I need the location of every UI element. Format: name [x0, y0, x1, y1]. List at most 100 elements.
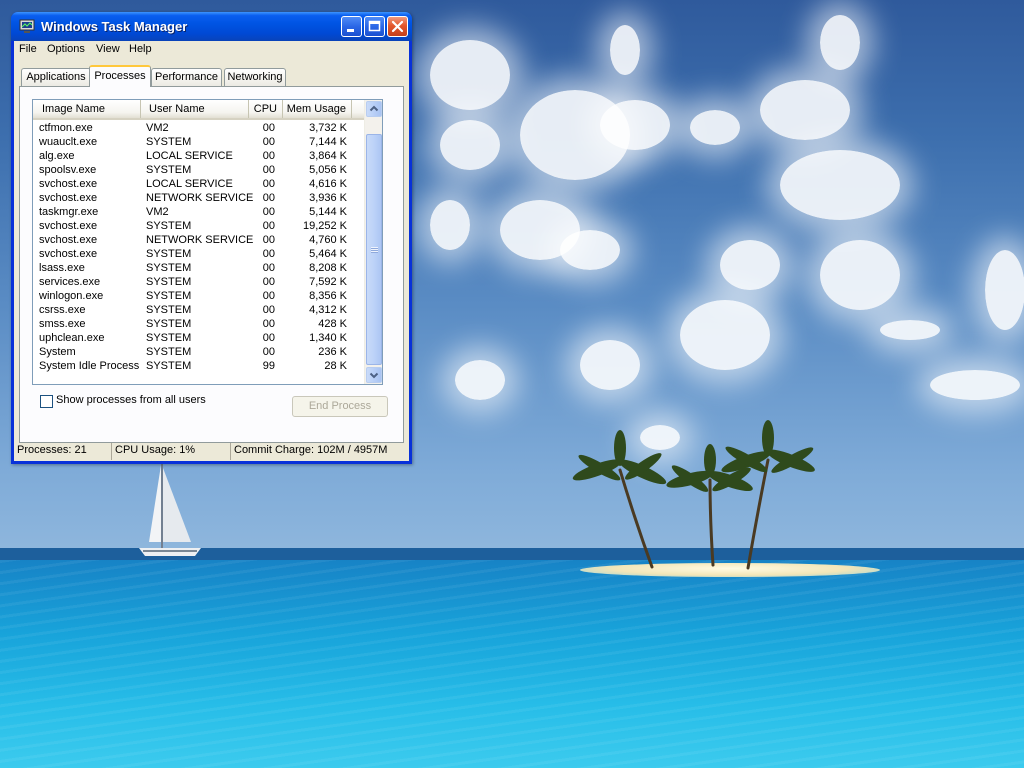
scroll-thumb[interactable] — [366, 134, 382, 365]
table-row[interactable]: winlogon.exe SYSTEM 00 8,356 K — [33, 289, 364, 303]
process-image-name: wuauclt.exe — [39, 136, 98, 148]
end-process-button[interactable]: End Process — [292, 396, 388, 417]
table-row[interactable]: spoolsv.exe SYSTEM 00 5,056 K — [33, 163, 364, 177]
checkbox-box[interactable] — [40, 395, 53, 408]
scroll-up-button[interactable] — [366, 101, 382, 117]
process-cpu: 00 — [262, 150, 275, 162]
process-user-name: SYSTEM — [146, 136, 192, 148]
status-commit-charge: Commit Charge: 102M / 4957M — [230, 443, 409, 460]
process-user-name: SYSTEM — [146, 360, 192, 372]
table-row[interactable]: wuauclt.exe SYSTEM 00 7,144 K — [33, 135, 364, 149]
process-image-name: spoolsv.exe — [39, 164, 97, 176]
chevron-up-icon — [369, 105, 379, 112]
column-image-name[interactable]: Image Name — [33, 100, 141, 118]
table-row[interactable]: svchost.exe LOCAL SERVICE 00 4,616 K — [33, 177, 364, 191]
table-row[interactable]: System SYSTEM 00 236 K — [33, 345, 364, 359]
vertical-scrollbar[interactable] — [364, 100, 382, 384]
cloud — [880, 320, 940, 340]
process-cpu: 00 — [262, 122, 275, 134]
process-cpu: 99 — [262, 360, 275, 372]
table-row[interactable]: svchost.exe NETWORK SERVICE 00 4,760 K — [33, 233, 364, 247]
process-cpu: 00 — [262, 346, 275, 358]
chevron-down-icon — [369, 372, 379, 379]
process-image-name: svchost.exe — [39, 234, 98, 246]
tab-performance[interactable]: Performance — [151, 68, 222, 86]
process-mem-usage: 5,144 K — [309, 206, 347, 218]
menu-options[interactable]: Options — [47, 43, 85, 55]
process-user-name: SYSTEM — [146, 332, 192, 344]
process-mem-usage: 4,312 K — [309, 304, 347, 316]
process-image-name: services.exe — [39, 276, 101, 288]
process-cpu: 00 — [262, 220, 275, 232]
process-list[interactable]: Image Name User Name CPU Mem Usage ctfmo… — [32, 99, 383, 385]
process-cpu: 00 — [262, 318, 275, 330]
process-cpu: 00 — [262, 136, 275, 148]
process-image-name: uphclean.exe — [39, 332, 105, 344]
process-cpu: 00 — [262, 178, 275, 190]
close-button[interactable] — [387, 16, 408, 37]
table-row[interactable]: taskmgr.exe VM2 00 5,144 K — [33, 205, 364, 219]
cloud — [930, 370, 1020, 400]
title-bar[interactable]: Windows Task Manager — [11, 12, 412, 41]
tab-applications[interactable]: Applications — [21, 68, 91, 86]
process-list-header: Image Name User Name CPU Mem Usage — [33, 100, 364, 120]
table-row[interactable]: svchost.exe SYSTEM 00 5,464 K — [33, 247, 364, 261]
tab-processes[interactable]: Processes — [89, 65, 151, 87]
maximize-button[interactable] — [364, 16, 385, 37]
process-cpu: 00 — [262, 234, 275, 246]
process-image-name: alg.exe — [39, 150, 75, 162]
sailboat-icon — [139, 464, 201, 556]
table-row[interactable]: services.exe SYSTEM 00 7,592 K — [33, 275, 364, 289]
process-rows: ctfmon.exe VM2 00 3,732 K wuauclt.exe SYSTEM 0… — [33, 121, 364, 373]
table-row[interactable]: alg.exe LOCAL SERVICE 00 3,864 K — [33, 149, 364, 163]
process-mem-usage: 19,252 K — [302, 220, 347, 232]
menu-view[interactable]: View — [96, 43, 120, 55]
table-row[interactable]: csrss.exe SYSTEM 00 4,312 K — [33, 303, 364, 317]
process-mem-usage: 8,208 K — [309, 262, 347, 274]
cloud — [580, 340, 640, 390]
process-user-name: SYSTEM — [146, 248, 192, 260]
status-bar: Processes: 21 CPU Usage: 1% Commit Charg… — [14, 441, 409, 461]
table-row[interactable]: svchost.exe SYSTEM 00 19,252 K — [33, 219, 364, 233]
column-cpu[interactable]: CPU — [249, 100, 283, 118]
menu-help[interactable]: Help — [129, 43, 152, 55]
process-user-name: LOCAL SERVICE — [146, 150, 233, 162]
minimize-button[interactable] — [341, 16, 362, 37]
cloud — [430, 200, 470, 250]
table-row[interactable]: ctfmon.exe VM2 00 3,732 K — [33, 121, 364, 135]
column-mem-usage[interactable]: Mem Usage — [283, 100, 352, 118]
process-cpu: 00 — [262, 332, 275, 344]
column-user-name[interactable]: User Name — [141, 100, 249, 118]
table-row[interactable]: uphclean.exe SYSTEM 00 1,340 K — [33, 331, 364, 345]
cloud — [985, 250, 1024, 330]
process-user-name: SYSTEM — [146, 276, 192, 288]
process-user-name: NETWORK SERVICE — [146, 192, 254, 204]
cloud — [430, 40, 510, 110]
process-user-name: SYSTEM — [146, 164, 192, 176]
table-row[interactable]: svchost.exe NETWORK SERVICE 00 3,936 K — [33, 191, 364, 205]
process-user-name: SYSTEM — [146, 290, 192, 302]
process-image-name: smss.exe — [39, 318, 86, 330]
scroll-down-button[interactable] — [366, 367, 382, 383]
tab-networking[interactable]: Networking — [224, 68, 286, 86]
cloud — [780, 150, 900, 220]
process-cpu: 00 — [262, 248, 275, 260]
process-mem-usage: 28 K — [324, 360, 347, 372]
process-mem-usage: 1,340 K — [309, 332, 347, 344]
task-manager-icon — [19, 19, 35, 33]
process-image-name: taskmgr.exe — [39, 206, 99, 218]
process-image-name: svchost.exe — [39, 178, 98, 190]
close-icon — [391, 20, 404, 33]
process-image-name: svchost.exe — [39, 220, 98, 232]
table-row[interactable]: lsass.exe SYSTEM 00 8,208 K — [33, 261, 364, 275]
process-mem-usage: 7,144 K — [309, 136, 347, 148]
process-image-name: ctfmon.exe — [39, 122, 93, 134]
process-user-name: SYSTEM — [146, 346, 192, 358]
menu-file[interactable]: File — [19, 43, 37, 55]
process-user-name: SYSTEM — [146, 262, 192, 274]
process-user-name: NETWORK SERVICE — [146, 234, 254, 246]
process-mem-usage: 3,732 K — [309, 122, 347, 134]
table-row[interactable]: smss.exe SYSTEM 00 428 K — [33, 317, 364, 331]
status-processes: Processes: 21 — [17, 444, 87, 456]
table-row[interactable]: System Idle Process SYSTEM 99 28 K — [33, 359, 364, 373]
